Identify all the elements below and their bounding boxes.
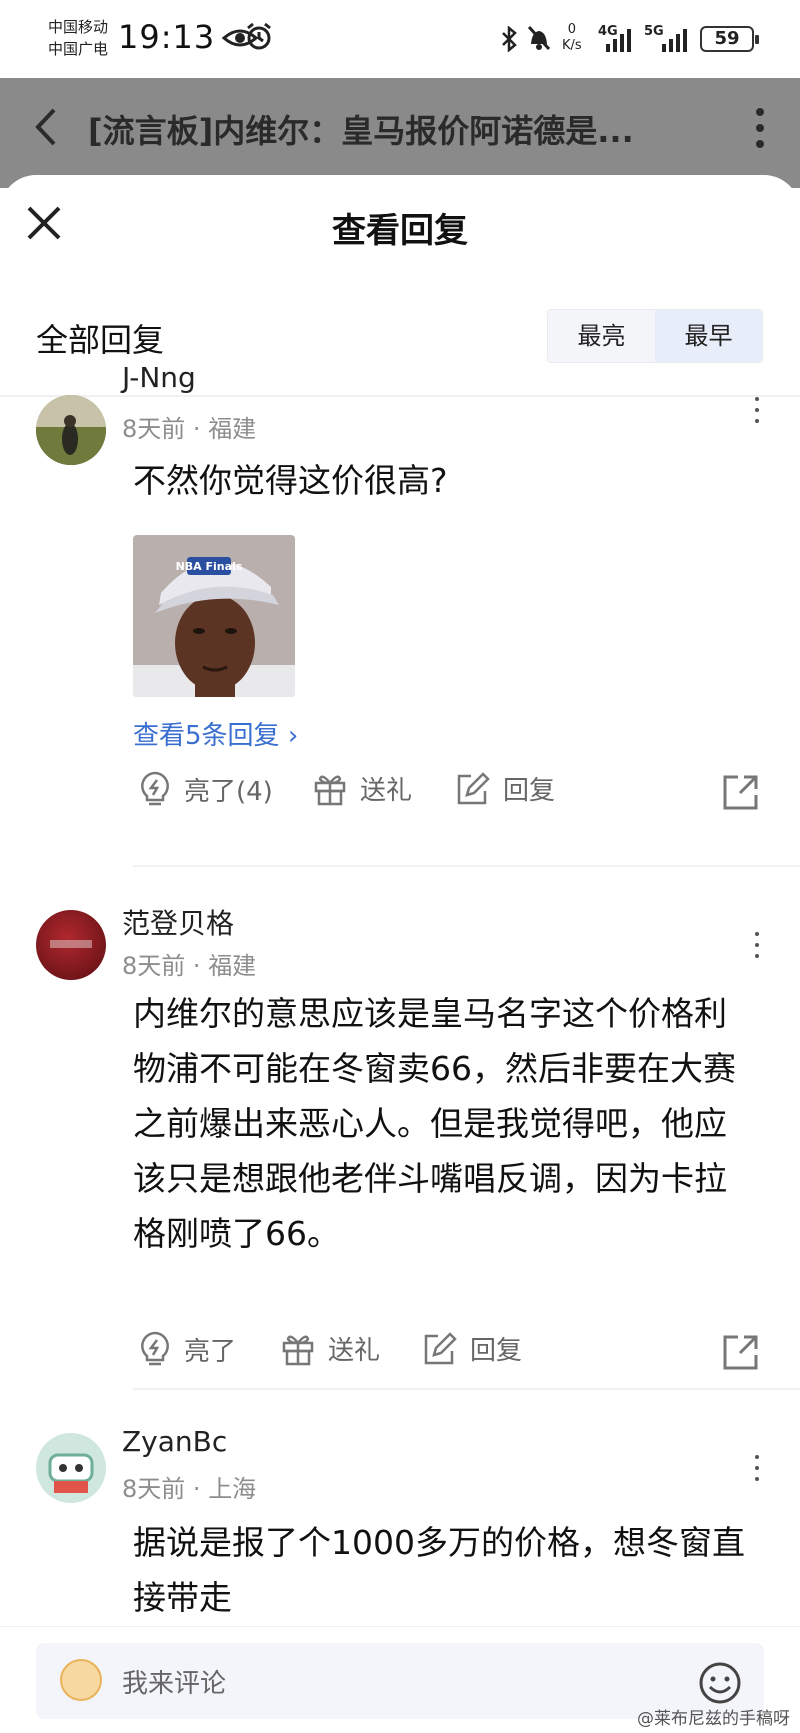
- back-arrow-icon[interactable]: [28, 102, 68, 152]
- meta-dot: ·: [192, 1475, 209, 1503]
- comment-location: 福建: [208, 415, 257, 443]
- comment-more-icon[interactable]: [753, 1455, 761, 1485]
- mute-bell-icon: [527, 25, 551, 51]
- avatar[interactable]: [36, 910, 106, 980]
- reply-button[interactable]: 回复: [422, 1330, 522, 1367]
- signal-bars-icon: [662, 29, 687, 52]
- comment-item: 范登贝格 8天前 · 福建 内维尔的意思应该是皇马名字这个价格利物浦不可能在冬窗…: [0, 907, 800, 1510]
- view-replies-label: 查看5条回复: [133, 721, 280, 751]
- reply-label: 回复: [470, 1336, 523, 1366]
- status-bar: 中国移动 中国广电 19:13 0 K/s 4G 5G 59: [0, 0, 800, 78]
- edit-reply-icon: [457, 771, 490, 804]
- avatar[interactable]: [36, 1433, 106, 1503]
- clock: 19:13: [118, 18, 216, 56]
- sheet-title: 查看回复: [332, 211, 468, 251]
- user-avatar-icon: [60, 1659, 102, 1701]
- share-icon[interactable]: [722, 773, 760, 811]
- edit-reply-icon: [424, 1331, 457, 1364]
- bluetooth-icon: [502, 26, 517, 52]
- all-replies-heading: 全部回复: [36, 321, 165, 359]
- comment-meta: 8天前 · 上海: [122, 1469, 256, 1504]
- comment-time: 8天前: [122, 415, 186, 443]
- comment-input-bar: 我来评论 @莱布尼兹的手稿呀: [0, 1626, 800, 1733]
- meta-dot: ·: [192, 952, 209, 980]
- battery-indicator: 59: [700, 26, 759, 52]
- carrier-2: 中国广电: [48, 40, 109, 58]
- username[interactable]: 范登贝格: [122, 902, 234, 942]
- post-title: [流言板]内维尔：皇马报价阿诺德是...: [88, 112, 634, 150]
- username[interactable]: J-Nng: [122, 361, 196, 394]
- gift-icon: [314, 775, 346, 805]
- reply-label: 回复: [503, 776, 556, 806]
- alarm-icon: [247, 22, 271, 50]
- comment-more-icon[interactable]: [753, 932, 761, 962]
- comment-separator: [133, 1388, 800, 1390]
- meta-dot: ·: [192, 415, 209, 443]
- carrier-1: 中国移动: [48, 18, 109, 36]
- gift-icon: [282, 1335, 314, 1365]
- comment-meta: 8天前 · 福建: [122, 409, 256, 444]
- avatar[interactable]: [36, 395, 106, 465]
- comment-item: J-Nng 8天前 · 福建 不然你觉得这价很高? NBA Finals 查看5…: [0, 361, 800, 845]
- emoji-icon[interactable]: [698, 1661, 742, 1705]
- watermark: @莱布尼兹的手稿呀: [637, 1709, 790, 1729]
- comment-time: 8天前: [122, 1475, 186, 1503]
- comment-time: 8天前: [122, 952, 186, 980]
- gift-button[interactable]: 送礼: [280, 1330, 380, 1367]
- comment-more-icon[interactable]: [753, 397, 761, 427]
- lightbulb-icon: [141, 771, 169, 806]
- sort-earliest-option[interactable]: 最早: [655, 310, 762, 362]
- sort-toggle: 最亮 最早: [547, 309, 763, 363]
- net-speed-value: 0: [567, 22, 576, 37]
- net-speed-unit: K/s: [562, 38, 582, 53]
- cap-logo-text: NBA Finals: [176, 560, 243, 573]
- more-options-icon[interactable]: [754, 106, 766, 150]
- comment-text: 据说是报了个1000多万的价格，想冬窗直接带走: [133, 1523, 745, 1617]
- reply-button[interactable]: 回复: [455, 770, 555, 807]
- like-button[interactable]: 亮了: [138, 1330, 236, 1368]
- comment-item: ZyanBc 8天前 · 上海 据说是报了个1000多万的价格，想冬窗直接带走: [0, 1425, 800, 1633]
- comment-image[interactable]: NBA Finals: [133, 535, 295, 697]
- view-replies-link[interactable]: 查看5条回复 ›: [133, 715, 298, 752]
- comment-location: 上海: [208, 1475, 257, 1503]
- username[interactable]: ZyanBc: [122, 1425, 227, 1458]
- comment-text: 不然你觉得这价很高?: [133, 461, 448, 500]
- replies-sheet: 查看回复 全部回复 最亮 最早 J-Nng 8天前 · 福建 不然你觉得这价很高…: [0, 175, 800, 1733]
- comment-meta: 8天前 · 福建: [122, 946, 256, 981]
- gift-label: 送礼: [360, 776, 413, 806]
- net-speed: 0 K/s: [562, 22, 582, 54]
- like-label: 亮了: [184, 1336, 237, 1367]
- sort-brightest-option[interactable]: 最亮: [548, 310, 655, 362]
- share-icon[interactable]: [722, 1333, 760, 1371]
- chevron-right-icon: ›: [287, 721, 299, 751]
- comment-location: 福建: [208, 952, 257, 980]
- comment-separator: [133, 865, 800, 867]
- like-button[interactable]: 亮了(4): [138, 770, 273, 808]
- comment-input-placeholder: 我来评论: [122, 1669, 227, 1699]
- lightbulb-icon: [141, 1331, 169, 1366]
- post-header: [流言板]内维尔：皇马报价阿诺德是...: [0, 78, 800, 188]
- gift-label: 送礼: [328, 1336, 381, 1366]
- like-count-label: 亮了(4): [184, 776, 273, 807]
- carrier-names: 中国移动 中国广电: [48, 16, 108, 60]
- signal-bars-icon: [606, 29, 631, 52]
- comment-text: 内维尔的意思应该是皇马名字这个价格利物浦不可能在冬窗卖66，然后非要在大赛之前爆…: [133, 994, 736, 1253]
- gift-button[interactable]: 送礼: [312, 770, 412, 807]
